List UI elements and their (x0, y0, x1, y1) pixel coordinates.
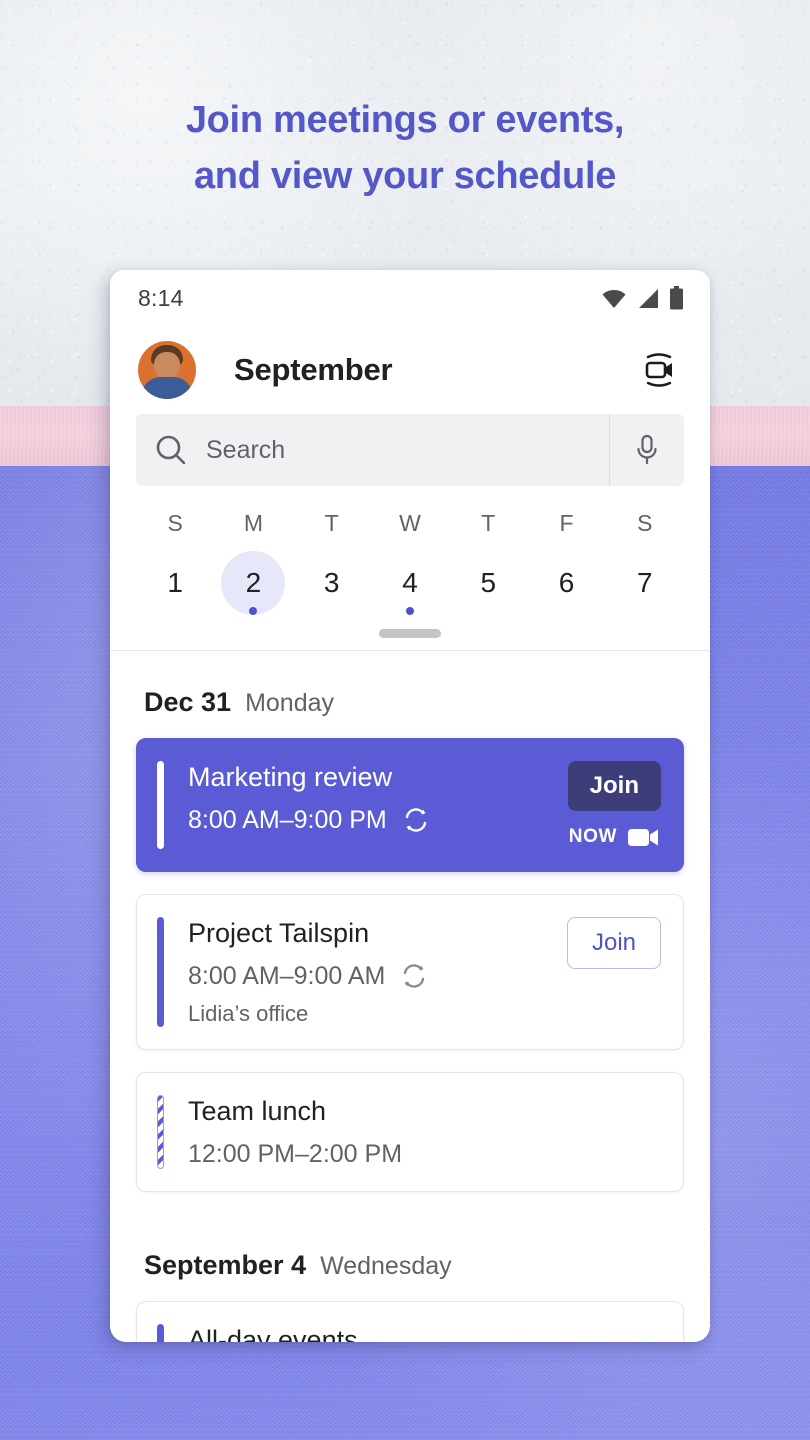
status-bar-clock: 8:14 (138, 284, 184, 311)
event-card-marketing-review[interactable]: Marketing review 8:00 AM–9:00 PM Join NO… (136, 738, 684, 872)
event-card-body: Team lunch 12:00 PM–2:00 PM (188, 1095, 661, 1169)
event-title: Marketing review (188, 762, 393, 792)
promo-headline-line-2: and view your schedule (193, 155, 617, 197)
week-strip: S M T W T F S 1 2 3 4 5 6 7 (110, 486, 710, 650)
event-card-body: All-day events (188, 1324, 661, 1342)
weekday-initial: S (167, 510, 183, 536)
agenda-day-header: Dec 31 Monday (136, 651, 684, 738)
search-bar[interactable]: Search (136, 414, 684, 486)
event-time: 8:00 AM–9:00 AM (188, 961, 386, 990)
week-day-number: 3 (323, 567, 340, 598)
drag-handle[interactable] (379, 629, 441, 638)
join-button[interactable]: Join (567, 761, 661, 811)
cellular-signal-icon (639, 289, 658, 308)
event-title: All-day events (188, 1324, 358, 1342)
event-dot (249, 607, 258, 615)
page-title: September (234, 352, 393, 387)
agenda-day-weekday: Wednesday (320, 1251, 452, 1280)
recurring-icon (405, 808, 426, 833)
search-row: Search (110, 414, 710, 486)
event-card-body: Project Tailspin 8:00 AM–9:00 AM Lidia’s… (188, 917, 567, 1027)
event-title: Project Tailspin (188, 918, 370, 948)
weekday-initial: T (324, 510, 339, 536)
event-card-actions: Join (566, 917, 661, 1027)
join-button[interactable]: Join (566, 917, 661, 969)
now-indicator: NOW (569, 825, 661, 849)
event-title: Team lunch (188, 1095, 327, 1126)
event-accent-bar (157, 917, 164, 1027)
week-day-number-row: 1 2 3 4 5 6 7 (136, 551, 684, 615)
event-card-project-tailspin[interactable]: Project Tailspin 8:00 AM–9:00 AM Lidia’s… (136, 894, 684, 1050)
weekday-initial: S (637, 510, 653, 536)
event-time: 8:00 AM–9:00 PM (188, 805, 387, 834)
event-card-body: Marketing review 8:00 AM–9:00 PM (188, 761, 568, 849)
event-time: 12:00 PM–2:00 PM (188, 1139, 403, 1168)
event-dot (405, 607, 414, 615)
weekday-header-row: S M T W T F S (136, 510, 684, 537)
weekday-initial: W (399, 510, 421, 536)
agenda-day-header: September 4 Wednesday (136, 1214, 684, 1301)
event-accent-bar (157, 761, 164, 849)
event-card-team-lunch[interactable]: Team lunch 12:00 PM–2:00 PM (136, 1071, 684, 1192)
week-day-number: 6 (558, 567, 575, 598)
event-card-actions: Join NOW (567, 761, 661, 849)
week-day-cell[interactable]: 7 (606, 551, 684, 615)
agenda-day-date: Dec 31 (144, 687, 232, 717)
week-day-number: 7 (637, 567, 653, 598)
weekday-initial: T (481, 510, 496, 536)
status-bar-icons (601, 286, 684, 310)
week-day-cell[interactable]: 5 (449, 551, 527, 615)
search-icon (136, 433, 206, 467)
recurring-icon (404, 964, 425, 989)
event-accent-bar (157, 1323, 164, 1342)
expand-handle-area[interactable] (136, 615, 684, 650)
week-day-cell[interactable]: 4 (371, 551, 449, 615)
video-camera-icon (628, 829, 658, 846)
promo-headline: Join meetings or events, and view your s… (0, 92, 810, 204)
week-day-cell[interactable]: 1 (136, 551, 214, 615)
event-location: Lidia’s office (188, 1000, 309, 1026)
weekday-initial: M (243, 510, 263, 536)
avatar-shirt (141, 377, 193, 399)
agenda-day-weekday: Monday (245, 689, 335, 717)
week-day-cell-selected[interactable]: 2 (214, 551, 292, 615)
battery-icon (670, 286, 683, 310)
search-input[interactable]: Search (206, 436, 609, 465)
microphone-icon[interactable] (610, 433, 684, 467)
week-day-number: 4 (402, 567, 418, 598)
event-time-row: 8:00 AM–9:00 AM (188, 962, 567, 991)
weekday-initial: F (559, 510, 574, 536)
event-accent-bar-tentative (157, 1094, 164, 1169)
phone-screenshot-frame: 8:14 September Search S M T W T F S 1 2 … (110, 270, 710, 1342)
week-day-number: 5 (480, 567, 497, 598)
meet-now-video-icon[interactable] (636, 347, 682, 393)
event-card-all-day-events[interactable]: All-day events (136, 1300, 684, 1342)
event-time-row: 8:00 AM–9:00 PM (188, 806, 568, 835)
avatar[interactable] (138, 341, 196, 399)
week-day-cell[interactable]: 3 (293, 551, 371, 615)
promo-headline-line-1: Join meetings or events, (185, 99, 625, 141)
event-time-row: 12:00 PM–2:00 PM (188, 1140, 661, 1169)
agenda-list: Dec 31 Monday Marketing review 8:00 AM–9… (110, 651, 710, 1342)
app-bar: September (110, 326, 710, 414)
week-day-number: 2 (245, 567, 262, 598)
week-day-number: 1 (167, 567, 183, 598)
now-label: NOW (568, 826, 617, 847)
agenda-day-date: September 4 (144, 1249, 307, 1280)
week-day-cell[interactable]: 6 (527, 551, 605, 615)
status-bar: 8:14 (110, 270, 710, 326)
wifi-icon (602, 290, 626, 308)
